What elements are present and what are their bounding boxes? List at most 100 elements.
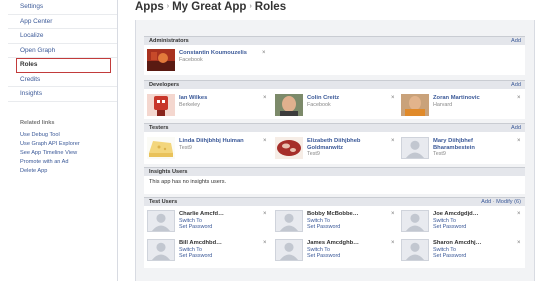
- test-user-card: Bobby McBobbe… Switch To Set Password ×: [274, 210, 398, 236]
- remove-icon[interactable]: ×: [262, 50, 266, 56]
- remove-icon[interactable]: ×: [517, 95, 521, 101]
- default-avatar-icon: [147, 210, 175, 232]
- testers-section: Testers Add Linda Diihjbhbj Huiman Test9…: [144, 123, 525, 164]
- nav-item-credits[interactable]: Credits: [8, 73, 117, 87]
- default-avatar-icon: [275, 239, 303, 261]
- section-title: Test Users: [149, 199, 178, 205]
- test-user-name: Sharon Amcdhj…: [433, 240, 482, 246]
- test-user-card: Bill Amcdhbd… Switch To Set Password ×: [146, 239, 270, 265]
- person-network: Berkeley: [179, 102, 200, 108]
- insights-users-section: Insights Users This app has no insights …: [144, 167, 525, 194]
- person-name[interactable]: Elizabeth Diihjbheb Goldmanwitz: [307, 138, 387, 151]
- default-avatar-icon: [147, 239, 175, 261]
- test-user-name: James Amcdghb…: [307, 240, 359, 246]
- breadcrumb-app-name[interactable]: My Great App: [172, 1, 246, 13]
- person-network: Test9: [179, 145, 192, 151]
- related-link-timeline-view[interactable]: See App Timeline View: [8, 149, 117, 158]
- nav-item-localize[interactable]: Localize: [8, 29, 117, 44]
- remove-icon[interactable]: ×: [391, 138, 395, 144]
- remove-icon[interactable]: ×: [517, 240, 521, 246]
- remove-icon[interactable]: ×: [263, 240, 267, 246]
- person-network: Facebook: [179, 57, 203, 63]
- default-avatar-icon: [401, 239, 429, 261]
- profile-photo[interactable]: [147, 49, 175, 71]
- modify-test-users-link[interactable]: Modify (6): [496, 199, 521, 205]
- default-avatar-icon[interactable]: [401, 137, 429, 159]
- default-avatar-icon: [401, 210, 429, 232]
- test-user-card: Sharon Amcdhj… Switch To Set Password ×: [400, 239, 524, 265]
- test-user-name: Charlie Amcfd…: [179, 211, 224, 217]
- person-name[interactable]: Ian Wilkes: [179, 95, 207, 102]
- add-test-user-link[interactable]: Add: [481, 199, 491, 205]
- set-password-link[interactable]: Set Password: [433, 253, 466, 259]
- test-users-section: Test Users Add · Modify (6) Charlie Amcf…: [144, 197, 525, 268]
- person-name[interactable]: Colin Creitz: [307, 95, 339, 102]
- section-header: Testers Add: [144, 123, 525, 132]
- person-network: Harvard: [433, 102, 453, 108]
- administrators-section: Administrators Add Constantin Koumouzeli…: [144, 36, 525, 75]
- section-header: Administrators Add: [144, 36, 525, 45]
- person-network: Facebook: [307, 102, 331, 108]
- person-card: Constantin Koumouzelis Facebook: [146, 49, 270, 75]
- set-password-link[interactable]: Set Password: [307, 253, 340, 259]
- person-network: Test9: [433, 151, 446, 157]
- related-links-title: Related links: [20, 119, 55, 126]
- set-password-link[interactable]: Set Password: [179, 253, 212, 259]
- remove-icon[interactable]: ×: [391, 211, 395, 217]
- section-title: Administrators: [149, 38, 189, 44]
- person-card: Elizabeth Diihjbheb Goldmanwitz Test9 ×: [274, 137, 398, 163]
- person-name[interactable]: Linda Diihjbhbj Huiman: [179, 138, 244, 145]
- test-user-card: James Amcdghb… Switch To Set Password ×: [274, 239, 398, 265]
- section-title: Insights Users: [149, 169, 188, 175]
- breadcrumb-separator: ›: [166, 3, 170, 11]
- action-separator: ·: [492, 199, 495, 205]
- person-name[interactable]: Zoran Martinovic: [433, 95, 480, 102]
- related-link-delete-app[interactable]: Delete App: [8, 167, 117, 176]
- related-links-list: Use Debug Tool Use Graph API Explorer Se…: [8, 131, 117, 176]
- nav-item-settings[interactable]: Settings: [8, 0, 117, 15]
- empty-state-text: This app has no insights users.: [149, 179, 227, 185]
- breadcrumb-separator: ›: [249, 3, 252, 11]
- profile-photo[interactable]: [147, 137, 175, 159]
- breadcrumb-apps[interactable]: Apps: [135, 1, 164, 13]
- nav-item-open-graph[interactable]: Open Graph: [8, 44, 117, 58]
- person-card: Colin Creitz Facebook ×: [274, 94, 398, 120]
- page-title: Roles: [254, 1, 287, 13]
- add-developer-link[interactable]: Add: [511, 82, 521, 88]
- nav-item-app-center[interactable]: App Center: [8, 15, 117, 29]
- section-header: Developers Add: [144, 80, 525, 89]
- test-user-name: Bill Amcdhbd…: [179, 240, 222, 246]
- related-link-promote-ad[interactable]: Promote with an Ad: [8, 158, 117, 167]
- person-name[interactable]: Mary Diihjbhef Bharambestein: [433, 138, 513, 151]
- remove-icon[interactable]: ×: [263, 138, 267, 144]
- set-password-link[interactable]: Set Password: [433, 224, 466, 230]
- add-administrator-link[interactable]: Add: [511, 38, 521, 44]
- remove-icon[interactable]: ×: [517, 211, 521, 217]
- breadcrumb: Apps › My Great App › Roles: [135, 1, 286, 13]
- remove-icon[interactable]: ×: [263, 211, 267, 217]
- nav-item-roles[interactable]: Roles: [16, 58, 111, 73]
- related-link-graph-api-explorer[interactable]: Use Graph API Explorer: [8, 140, 117, 149]
- remove-icon[interactable]: ×: [391, 95, 395, 101]
- remove-icon[interactable]: ×: [263, 95, 267, 101]
- section-header: Insights Users: [144, 167, 525, 176]
- add-tester-link[interactable]: Add: [511, 125, 521, 131]
- remove-icon[interactable]: ×: [517, 138, 521, 144]
- related-link-debug-tool[interactable]: Use Debug Tool: [8, 131, 117, 140]
- person-card: Mary Diihjbhef Bharambestein Test9 ×: [400, 137, 524, 163]
- profile-photo[interactable]: [275, 137, 303, 159]
- profile-photo[interactable]: [401, 94, 429, 116]
- remove-icon[interactable]: ×: [391, 240, 395, 246]
- person-card: Linda Diihjbhbj Huiman Test9 ×: [146, 137, 270, 163]
- set-password-link[interactable]: Set Password: [307, 224, 340, 230]
- person-card: Zoran Martinovic Harvard ×: [400, 94, 524, 120]
- set-password-link[interactable]: Set Password: [179, 224, 212, 230]
- person-name[interactable]: Constantin Koumouzelis: [179, 50, 247, 57]
- profile-photo[interactable]: [275, 94, 303, 116]
- test-users-actions: Add · Modify (6): [481, 199, 521, 205]
- test-user-name: Joe Amcdgdjd…: [433, 211, 479, 217]
- profile-photo[interactable]: [147, 94, 175, 116]
- section-title: Developers: [149, 82, 180, 88]
- default-avatar-icon: [275, 210, 303, 232]
- nav-item-insights[interactable]: Insights: [8, 87, 117, 102]
